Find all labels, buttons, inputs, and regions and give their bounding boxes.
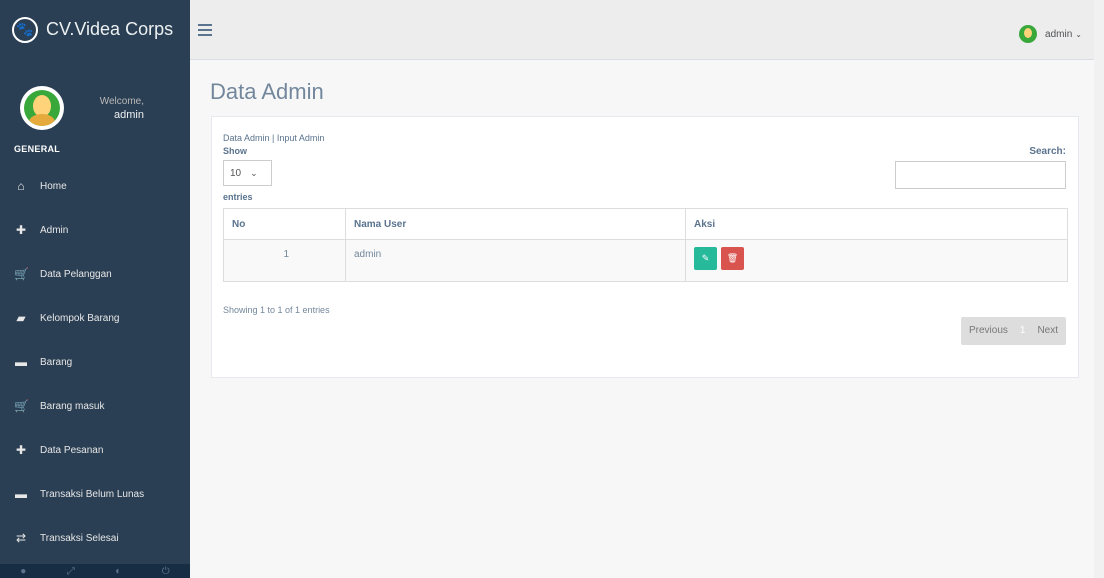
minus-icon: ▬ xyxy=(15,487,27,501)
sidebar-item-barang-masuk[interactable]: 🛒 Barang masuk xyxy=(0,384,190,428)
edit-icon: ✎ xyxy=(701,253,710,263)
brand[interactable]: 🐾 CV.Videa Corps xyxy=(0,0,190,60)
next-button[interactable]: Next xyxy=(1029,317,1066,345)
user-menu[interactable]: admin ⌄ xyxy=(1019,25,1082,43)
edit-button[interactable]: ✎ xyxy=(694,247,717,270)
user-name: admin xyxy=(1045,28,1073,40)
sidebar-footer: ● ⤢ ◐ ⏻ xyxy=(0,564,190,578)
retweet-icon: ⇄ xyxy=(15,531,27,545)
data-panel: Data Admin | Input Admin Show 10 ⌄ entri… xyxy=(211,116,1079,378)
fullscreen-icon[interactable]: ⤢ xyxy=(67,566,75,577)
sidebar-item-label: Home xyxy=(40,180,67,192)
table-header-row: No Nama User Aksi xyxy=(223,208,1068,240)
column-header-aksi[interactable]: Aksi xyxy=(685,208,1068,240)
welcome-text: Welcome, xyxy=(99,95,144,107)
sidebar-item-label: Transaksi Belum Lunas xyxy=(40,488,145,500)
menu-toggle-icon[interactable] xyxy=(198,24,212,39)
page-1-button[interactable]: 1 xyxy=(1016,317,1030,345)
sidebar-item-label: Transaksi Selesai xyxy=(40,532,119,544)
sidebar-item-label: Data Pesanan xyxy=(40,444,104,456)
table-info: Showing 1 to 1 of 1 entries xyxy=(223,305,330,315)
sidebar-item-label: Data Pelanggan xyxy=(40,268,112,280)
previous-button[interactable]: Previous xyxy=(961,317,1016,345)
admin-table: No Nama User Aksi 1 admin ✎ 🗑 xyxy=(223,208,1068,282)
top-nav: admin ⌄ xyxy=(190,0,1094,60)
trash-icon: 🗑 xyxy=(726,253,739,263)
main-content: Data Admin Data Admin | Input Admin Show… xyxy=(190,61,1094,578)
cell-no: 1 xyxy=(223,239,346,282)
profile-name: admin xyxy=(114,108,144,121)
laptop-icon: ▬ xyxy=(15,355,27,369)
column-header-no[interactable]: No xyxy=(223,208,346,240)
sidebar-item-label: Barang xyxy=(40,356,73,368)
show-label: Show xyxy=(223,146,247,156)
home-icon: ⌂ xyxy=(17,179,25,193)
table-row: 1 admin ✎ 🗑 xyxy=(223,239,1068,282)
avatar xyxy=(20,86,64,130)
profile: Welcome, admin xyxy=(0,60,190,138)
bag-icon: ▰ xyxy=(16,311,26,325)
length-value: 10 xyxy=(230,167,242,179)
plus-icon: ✚ xyxy=(15,223,27,237)
sidebar-item-data-pesanan[interactable]: ✚ Data Pesanan xyxy=(0,428,190,472)
sidebar-item-kelompok-barang[interactable]: ▰ Kelompok Barang xyxy=(0,296,190,340)
sidebar-item-home[interactable]: ⌂ Home xyxy=(0,164,190,208)
breadcrumb[interactable]: Data Admin | Input Admin xyxy=(223,133,324,143)
user-avatar xyxy=(1019,25,1038,43)
sidebar-item-label: Admin xyxy=(40,224,69,236)
page-title: Data Admin xyxy=(210,79,324,104)
sidebar-item-label: Barang masuk xyxy=(40,400,105,412)
chevron-down-icon: ⌄ xyxy=(1075,29,1082,39)
cart-arrow-icon: 🛒 xyxy=(14,399,29,413)
search-input[interactable] xyxy=(895,161,1066,189)
sidebar-item-label: Kelompok Barang xyxy=(40,312,120,324)
sidebar-item-admin[interactable]: ✚ Admin xyxy=(0,208,190,252)
plus-icon: ✚ xyxy=(15,443,27,457)
brand-title: CV.Videa Corps xyxy=(46,19,174,39)
column-header-nama-user[interactable]: Nama User xyxy=(345,208,686,240)
pagination: Previous 1 Next xyxy=(960,317,1066,345)
delete-button[interactable]: 🗑 xyxy=(721,247,744,270)
sidebar-item-transaksi-belum-lunas[interactable]: ▬ Transaksi Belum Lunas xyxy=(0,472,190,516)
entries-length-select[interactable]: 10 ⌄ xyxy=(223,160,272,186)
sidebar: 🐾 CV.Videa Corps Welcome, admin GENERAL … xyxy=(0,0,190,578)
power-icon[interactable]: ⏻ xyxy=(162,566,170,577)
sidebar-item-barang[interactable]: ▬ Barang xyxy=(0,340,190,384)
eye-slash-icon[interactable]: ◐ xyxy=(115,566,121,577)
sidebar-item-data-pelanggan[interactable]: 🛒 Data Pelanggan xyxy=(0,252,190,296)
search-label: Search: xyxy=(1029,146,1066,157)
scrollbar[interactable] xyxy=(1094,0,1104,578)
paw-icon: 🐾 xyxy=(12,16,38,43)
cell-user: admin xyxy=(345,239,686,282)
section-title: GENERAL xyxy=(14,144,61,154)
sidebar-item-transaksi-selesai[interactable]: ⇄ Transaksi Selesai xyxy=(0,516,190,560)
chevron-down-icon: ⌄ xyxy=(250,167,258,178)
cell-actions: ✎ 🗑 xyxy=(685,239,1068,282)
entries-label: entries xyxy=(223,192,253,202)
settings-icon[interactable]: ● xyxy=(20,566,26,577)
cart-icon: 🛒 xyxy=(14,267,29,281)
